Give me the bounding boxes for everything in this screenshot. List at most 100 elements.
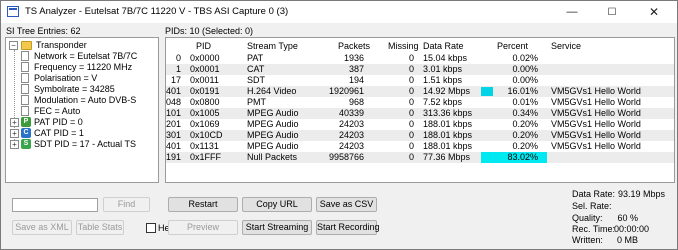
expand-icon[interactable]: + xyxy=(10,129,19,138)
cell-missing: 0 xyxy=(408,64,414,74)
cat-badge-icon: C xyxy=(21,128,31,138)
cell-missing: 0 xyxy=(408,152,414,162)
cell-service: VM5GVs1 Hello World xyxy=(551,130,641,140)
title-bar: TS Analyzer - Eutelsat 7B/7C 11220 V - T… xyxy=(1,1,677,23)
close-button[interactable]: ✕ xyxy=(631,1,677,23)
cell-pid: 4301 xyxy=(165,130,181,140)
cell-percent: 0.00% xyxy=(512,75,538,85)
cell-service: VM5GVs1 Hello World xyxy=(551,141,641,151)
cell-packets: 194 xyxy=(348,75,364,85)
tree-item-label: SDT PID = 17 - Actual TS xyxy=(34,139,136,149)
table-row[interactable]: 4201 0x1069 MPEG Audio 24203 0 188.01 kbps 0.2… xyxy=(166,119,674,130)
column-header-service[interactable]: Service xyxy=(551,41,581,52)
cell-packets: 1936 xyxy=(343,53,364,63)
app-icon xyxy=(7,6,19,17)
table-row[interactable]: 0 0x0000 PAT 1936 0 15.04 kbps 0.02% xyxy=(166,53,674,64)
cell-stream-type: CAT xyxy=(247,64,265,74)
cell-stream-type: MPEG Audio xyxy=(247,119,299,129)
restart-button[interactable]: Restart xyxy=(168,197,238,212)
cell-percent: 0.00% xyxy=(512,64,538,74)
app-window: TS Analyzer - Eutelsat 7B/7C 11220 V - T… xyxy=(0,0,678,250)
start-recording-button[interactable]: Start Recording xyxy=(316,220,380,235)
pid-table[interactable]: PID Stream Type Packets Missing Data Rate Per… xyxy=(165,37,675,183)
cell-pid: 0 xyxy=(175,53,181,63)
rec-time-label: Rec. Time: xyxy=(572,224,616,234)
table-row[interactable]: 4301 0x10CD MPEG Audio 24203 0 188.01 kbps 0.2… xyxy=(166,130,674,141)
tree-item-label: Symbolrate = 34285 xyxy=(34,84,115,94)
cell-pid: 8191 xyxy=(165,152,181,162)
collapse-icon[interactable]: − xyxy=(9,41,18,50)
cell-percent: 0.20% xyxy=(512,141,538,151)
cell-pid: 1 xyxy=(175,64,181,74)
table-row[interactable]: 1 0x0001 CAT 387 0 3.01 kbps 0.00% xyxy=(166,64,674,75)
cell-packets: 24203 xyxy=(338,130,364,140)
cell-data-rate: 188.01 kbps xyxy=(423,130,473,140)
start-streaming-button[interactable]: Start Streaming xyxy=(242,220,312,235)
table-row[interactable]: 4101 0x1005 MPEG Audio 40339 0 313.36 kbps 0.3… xyxy=(166,108,674,119)
tree-item-label: PAT PID = 0 xyxy=(34,117,83,127)
preview-button[interactable]: Preview xyxy=(168,220,238,235)
hex-checkbox[interactable] xyxy=(146,223,156,233)
cell-missing: 0 xyxy=(408,86,414,96)
column-header-packets[interactable]: Packets xyxy=(338,41,370,52)
cell-service: VM5GVs1 Hello World xyxy=(551,86,641,96)
table-stats-button[interactable]: Table Stats xyxy=(76,220,124,235)
cell-service: VM5GVs1 Hello World xyxy=(551,97,641,107)
column-header-pid[interactable]: PID xyxy=(196,41,211,52)
si-tree[interactable]: − Transponder Network = Eutelsat 7B/7C Freq… xyxy=(5,37,159,183)
cell-percent: 83.02% xyxy=(507,152,538,162)
written-label: Written: xyxy=(572,235,603,245)
cell-percent: 0.01% xyxy=(512,97,538,107)
cell-missing: 0 xyxy=(408,75,414,85)
column-header-missing[interactable]: Missing xyxy=(388,41,419,52)
find-input[interactable] xyxy=(12,198,98,212)
table-row[interactable]: 4401 0x1131 MPEG Audio 24203 0 188.01 kbps 0.2… xyxy=(166,141,674,152)
cell-packets: 9958766 xyxy=(328,152,364,162)
cell-pid-hex: 0x1131 xyxy=(190,141,219,151)
cell-packets: 40339 xyxy=(338,108,364,118)
copy-url-button[interactable]: Copy URL xyxy=(242,197,312,212)
table-row[interactable]: 2048 0x0800 PMT 968 0 7.52 kbps 0.01% VM5GVs1 H… xyxy=(166,97,674,108)
cell-percent: 0.20% xyxy=(512,119,538,129)
cell-pid: 4401 xyxy=(165,141,181,151)
cell-data-rate: 3.01 kbps xyxy=(423,64,463,74)
pid-count-header: PIDs: 10 (Selected: 0) xyxy=(165,26,254,36)
table-row[interactable]: 17 0x0011 SDT 194 0 1.51 kbps 0.00% xyxy=(166,75,674,86)
save-as-xml-button[interactable]: Save as XML xyxy=(12,220,72,235)
cell-data-rate: 188.01 kbps xyxy=(423,119,473,129)
table-row[interactable]: 401 0x0191 H.264 Video 1920961 0 14.92 Mbps 16… xyxy=(166,86,674,97)
cell-missing: 0 xyxy=(408,130,414,140)
cell-percent: 0.02% xyxy=(512,53,538,63)
window-title: TS Analyzer - Eutelsat 7B/7C 11220 V - T… xyxy=(25,6,289,17)
document-icon xyxy=(21,62,29,72)
cell-stream-type: SDT xyxy=(247,75,265,85)
document-icon xyxy=(21,106,29,116)
cell-stream-type: PAT xyxy=(247,53,264,63)
cell-data-rate: 77.36 Mbps xyxy=(423,152,471,162)
cell-pid: 4201 xyxy=(165,119,181,129)
folder-icon xyxy=(21,41,32,50)
column-header-stream-type[interactable]: Stream Type xyxy=(247,41,298,52)
cell-service: VM5GVs1 Hello World xyxy=(551,119,641,129)
expand-icon[interactable]: + xyxy=(10,118,19,127)
cell-data-rate: 7.52 kbps xyxy=(423,97,463,107)
cell-stream-type: MPEG Audio xyxy=(247,108,299,118)
find-button[interactable]: Find xyxy=(103,197,150,212)
tree-item-label: FEC = Auto xyxy=(34,106,81,116)
maximize-button[interactable]: ☐ xyxy=(589,1,635,23)
cell-pid-hex: 0x1069 xyxy=(190,119,220,129)
cell-service: VM5GVs1 Hello World xyxy=(551,108,641,118)
cell-packets: 24203 xyxy=(338,141,364,151)
cell-packets: 24203 xyxy=(338,119,364,129)
expand-icon[interactable]: + xyxy=(10,140,19,149)
column-header-percent[interactable]: Percent xyxy=(497,41,528,52)
save-as-csv-button[interactable]: Save as CSV xyxy=(316,197,377,212)
column-header-data-rate[interactable]: Data Rate xyxy=(423,41,464,52)
sel-rate-label: Sel. Rate: xyxy=(572,201,612,211)
table-row[interactable]: 8191 0x1FFF Null Packets 9958766 0 77.36 Mbps… xyxy=(166,152,674,163)
cell-pid-hex: 0x1FFF xyxy=(190,152,222,162)
rec-time-value: 00:00:00 xyxy=(613,224,649,234)
cell-pid: 401 xyxy=(165,86,181,96)
quality-value: 60 % xyxy=(617,213,638,223)
cell-stream-type: MPEG Audio xyxy=(247,130,299,140)
